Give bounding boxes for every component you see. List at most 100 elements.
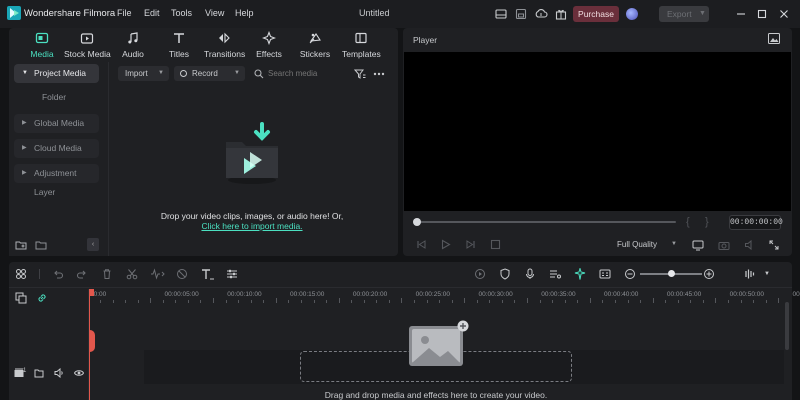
mark-out-icon[interactable]: }: [705, 216, 709, 228]
ruler-tick: [489, 300, 491, 303]
audio-split-icon[interactable]: [150, 268, 166, 280]
scissors-icon[interactable]: [126, 268, 138, 280]
layout-icon[interactable]: [494, 7, 508, 21]
ruler-tick: [338, 298, 340, 303]
microphone-icon[interactable]: [524, 268, 536, 280]
sidebar-item-project-media[interactable]: ▼ Project Media: [14, 64, 99, 83]
track-volume-icon[interactable]: [54, 368, 64, 378]
tab-stickers[interactable]: Stickers: [299, 31, 331, 59]
link-icon[interactable]: [36, 292, 48, 304]
snapshot-camera-icon[interactable]: [718, 239, 730, 251]
shield-icon[interactable]: [499, 268, 511, 280]
import-folder-icon[interactable]: [222, 122, 282, 186]
folder-icon[interactable]: [35, 239, 47, 251]
tab-media[interactable]: Media: [28, 31, 56, 59]
more-options-icon[interactable]: [373, 68, 385, 80]
caret-right-icon: ▶: [22, 170, 27, 176]
volume-icon[interactable]: [744, 239, 756, 251]
tab-stock-media[interactable]: Stock Media: [64, 31, 111, 59]
import-dropdown[interactable]: Import ▼: [118, 66, 169, 81]
sidebar-item-folder[interactable]: Folder: [14, 92, 94, 102]
ruler-tick: [275, 298, 277, 303]
mark-in-icon[interactable]: {: [686, 216, 690, 228]
collapse-sidebar-button[interactable]: ‹: [87, 238, 99, 251]
record-icon: [180, 70, 187, 77]
ruler-tick: [439, 300, 441, 303]
text-icon[interactable]: [201, 268, 215, 280]
image-icon[interactable]: [768, 33, 780, 44]
ruler-tick: [414, 300, 415, 303]
menu-edit[interactable]: Edit: [144, 8, 160, 18]
menu-view[interactable]: View: [205, 8, 224, 18]
cloud-upload-icon[interactable]: [534, 7, 548, 21]
zoom-in-icon[interactable]: [703, 268, 715, 280]
ruler-tick: [715, 298, 717, 303]
previous-frame-icon[interactable]: [416, 239, 427, 250]
ruler-tick: [690, 300, 692, 303]
tag-icon[interactable]: [176, 268, 188, 280]
purchase-button[interactable]: Purchase: [573, 6, 619, 22]
gift-icon[interactable]: [554, 7, 568, 21]
menu-help[interactable]: Help: [235, 8, 254, 18]
zoom-out-icon[interactable]: [624, 268, 636, 280]
player-viewport[interactable]: [404, 52, 791, 211]
sidebar-item-cloud-media[interactable]: ▶ Cloud Media: [14, 139, 99, 158]
search-input[interactable]: [268, 67, 346, 80]
ai-sparkle-icon[interactable]: [574, 268, 586, 280]
tab-effects[interactable]: Effects: [255, 31, 283, 59]
filter-icon[interactable]: [354, 68, 366, 80]
add-track-icon[interactable]: [15, 292, 27, 304]
maximize-icon[interactable]: [755, 7, 769, 21]
zoom-slider-handle[interactable]: [667, 270, 675, 277]
playhead-handle[interactable]: [89, 289, 94, 296]
delete-icon[interactable]: [101, 268, 113, 280]
document-title: Untitled: [359, 8, 390, 18]
effects-icon: [262, 31, 276, 45]
display-icon[interactable]: [692, 239, 704, 251]
chevron-down-icon[interactable]: ▼: [699, 6, 709, 22]
fullscreen-icon[interactable]: [768, 239, 780, 251]
chevron-down-icon[interactable]: ▼: [764, 268, 772, 280]
folder-track-icon[interactable]: [34, 368, 44, 378]
playhead-marker[interactable]: [89, 330, 95, 352]
menu-tools[interactable]: Tools: [171, 8, 192, 18]
subtitle-icon[interactable]: [599, 268, 611, 280]
save-icon[interactable]: [514, 7, 528, 21]
record-dropdown[interactable]: Record ▼: [174, 66, 245, 81]
menu-file[interactable]: File: [117, 8, 132, 18]
scrubber-handle[interactable]: [413, 218, 421, 226]
ruler-tick-label: 00:00:45:00: [666, 291, 702, 298]
play-icon[interactable]: [440, 239, 451, 250]
redo-icon[interactable]: [76, 268, 88, 280]
layout-grid-icon[interactable]: [15, 268, 27, 280]
audio-meter-icon[interactable]: [744, 268, 756, 280]
import-media-link[interactable]: Click here to import media.: [120, 221, 384, 231]
ruler-tick: [250, 300, 252, 303]
tab-transitions[interactable]: Transitions: [204, 31, 245, 59]
close-icon[interactable]: [777, 7, 791, 21]
tab-titles[interactable]: Titles: [165, 31, 193, 59]
next-frame-icon[interactable]: [465, 239, 476, 250]
ruler-tick-label: 00:00:05:00: [164, 291, 199, 298]
sidebar-item-adjustment-layer[interactable]: ▶ Adjustment Layer: [14, 164, 99, 197]
minimize-icon[interactable]: [734, 7, 748, 21]
ruler-tick: [213, 298, 215, 303]
quality-dropdown[interactable]: Full Quality ▼: [612, 237, 682, 252]
stop-icon[interactable]: [490, 239, 501, 250]
undo-icon[interactable]: [52, 268, 64, 280]
ruler-tick: [539, 300, 541, 303]
timeline-scrollbar[interactable]: [785, 302, 789, 350]
tab-templates[interactable]: Templates: [342, 31, 381, 59]
avatar[interactable]: [626, 8, 638, 20]
adjust-icon[interactable]: [226, 268, 238, 280]
ruler-tick: [665, 300, 667, 303]
voiceover-list-icon[interactable]: [549, 268, 561, 280]
render-preview-icon[interactable]: [474, 268, 486, 280]
new-folder-icon[interactable]: [15, 239, 27, 251]
tab-audio[interactable]: Audio: [119, 31, 147, 59]
ruler-tick: [753, 300, 755, 303]
sidebar-item-global-media[interactable]: ▶ Global Media: [14, 114, 99, 133]
eye-icon[interactable]: [74, 368, 84, 378]
playback-scrubber[interactable]: [416, 221, 676, 223]
ruler-tick: [614, 300, 616, 303]
